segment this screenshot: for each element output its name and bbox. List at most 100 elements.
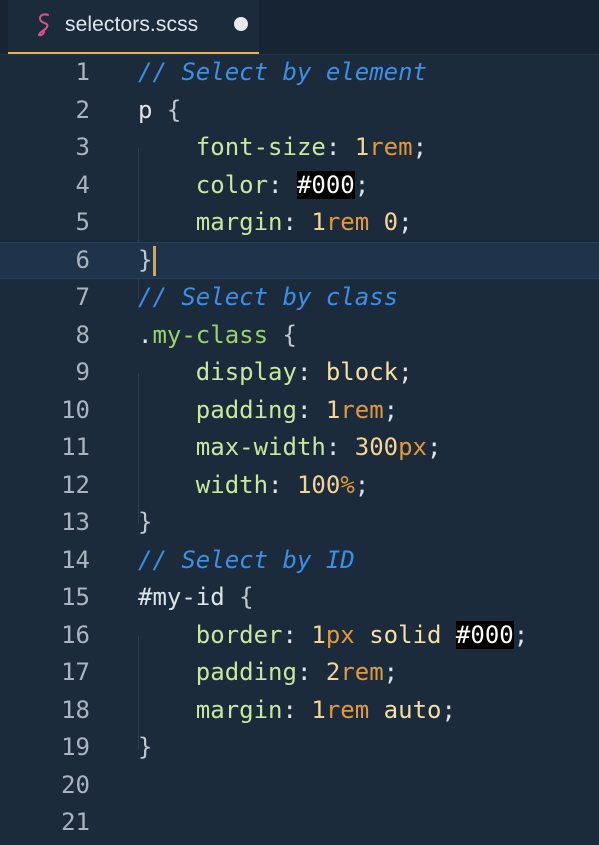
code-editor[interactable]: 1// Select by element 2 p {3 font-size: 1r… bbox=[0, 54, 599, 845]
code-token: { bbox=[152, 95, 182, 124]
code-token: px bbox=[325, 620, 355, 649]
code-text: // Select by ID bbox=[138, 542, 355, 580]
code-line[interactable]: 11 max-width: 300px; bbox=[0, 429, 599, 467]
code-line[interactable]: 9 display: block; bbox=[0, 354, 599, 392]
line-number: 14 bbox=[61, 545, 90, 574]
code-token: 1 bbox=[311, 208, 326, 236]
code-token: } bbox=[138, 733, 153, 761]
code-line[interactable]: 19} bbox=[0, 729, 599, 767]
code-token: { bbox=[224, 583, 254, 611]
line-number: 19 bbox=[61, 733, 90, 761]
unsaved-dot-icon[interactable] bbox=[234, 17, 248, 31]
code-line[interactable]: 10 padding: 1rem; bbox=[0, 392, 599, 430]
code-token: #my-id bbox=[138, 583, 225, 611]
line-number: 11 bbox=[61, 433, 90, 461]
code-text: } bbox=[138, 729, 152, 767]
line-number: 5 bbox=[75, 208, 90, 236]
line-number: 1 bbox=[75, 58, 90, 86]
code-token: : bbox=[268, 470, 297, 499]
code-token: : bbox=[296, 358, 326, 386]
code-token: rem bbox=[369, 133, 413, 161]
code-line[interactable]: 6} bbox=[0, 241, 599, 279]
code-token: rem bbox=[325, 695, 370, 724]
code-line[interactable]: 15 #my-id { bbox=[0, 579, 599, 617]
code-text: margin: 1rem 0; bbox=[138, 204, 413, 242]
code-line[interactable]: 4 color: #000; bbox=[0, 167, 599, 205]
code-token: ; bbox=[383, 395, 399, 424]
line-number: 4 bbox=[75, 170, 90, 199]
code-token: : bbox=[296, 395, 326, 424]
line-number: 16 bbox=[61, 620, 90, 649]
tab-selectors-scss[interactable]: selectors.scss bbox=[8, 0, 259, 54]
code-token: width bbox=[138, 470, 269, 499]
code-token: ; bbox=[398, 208, 413, 236]
code-token: : bbox=[282, 620, 312, 649]
code-token: 1 bbox=[311, 695, 326, 724]
line-number: 10 bbox=[61, 395, 90, 424]
text-cursor bbox=[153, 245, 157, 276]
code-line[interactable]: 8 .my-class { bbox=[0, 317, 599, 355]
code-token: font-size bbox=[138, 133, 326, 161]
line-number: 7 bbox=[75, 283, 90, 311]
code-token: 100 bbox=[296, 470, 341, 499]
code-line[interactable]: 12 width: 100%; bbox=[0, 467, 599, 505]
code-text: width: 100%; bbox=[138, 467, 369, 505]
code-text: } bbox=[138, 243, 157, 279]
code-text: padding: 2rem; bbox=[138, 654, 398, 692]
code-line[interactable]: 2 p { bbox=[0, 92, 599, 130]
code-line[interactable]: 16 border: 1px solid #000; bbox=[0, 617, 599, 655]
code-token: % bbox=[340, 470, 355, 499]
code-token: max-width bbox=[138, 433, 326, 461]
code-token: #000 bbox=[455, 620, 514, 649]
line-number: 17 bbox=[61, 658, 90, 686]
line-number: 2 bbox=[75, 95, 90, 124]
code-token: ; bbox=[513, 620, 529, 649]
code-text: // Select by element bbox=[138, 54, 427, 92]
line-number: 6 bbox=[75, 245, 90, 274]
code-token: : bbox=[325, 133, 355, 161]
line-number: 20 bbox=[61, 770, 90, 799]
code-token: rem bbox=[325, 208, 370, 236]
code-token: color bbox=[138, 170, 269, 199]
code-token: block bbox=[325, 358, 399, 386]
line-number: 9 bbox=[75, 358, 90, 386]
code-line[interactable]: 21 bbox=[0, 804, 599, 842]
code-token: } bbox=[138, 508, 153, 536]
line-number: 15 bbox=[61, 583, 90, 611]
code-line[interactable]: 14 // Select by ID bbox=[0, 542, 599, 580]
sass-icon bbox=[38, 13, 49, 37]
code-text: font-size: 1rem; bbox=[138, 129, 427, 167]
code-line[interactable]: 7 // Select by class bbox=[0, 279, 599, 317]
code-text: margin: 1rem auto; bbox=[138, 692, 456, 730]
code-line[interactable]: 3 font-size: 1rem; bbox=[0, 129, 599, 167]
code-line[interactable]: 5 margin: 1rem 0; bbox=[0, 204, 599, 242]
code-line[interactable]: 18 margin: 1rem auto; bbox=[0, 692, 599, 730]
code-token: 0 bbox=[369, 208, 399, 236]
code-token: 300 bbox=[354, 433, 399, 461]
code-token: 2 bbox=[325, 658, 341, 686]
code-token: ; bbox=[427, 433, 442, 461]
code-line[interactable]: 1 // Select by element bbox=[0, 54, 599, 92]
code-text: color: #000; bbox=[138, 167, 369, 205]
code-token: ; bbox=[398, 358, 413, 386]
code-text: .my-class { bbox=[138, 317, 297, 355]
code-token: padding bbox=[138, 658, 297, 686]
code-line[interactable]: 20 bbox=[0, 767, 599, 805]
code-token: : bbox=[282, 695, 312, 724]
code-token: px bbox=[398, 433, 428, 461]
code-token: : bbox=[268, 170, 297, 199]
code-line[interactable]: 17 padding: 2rem; bbox=[0, 654, 599, 692]
code-token: 1 bbox=[311, 620, 326, 649]
code-token: ; bbox=[354, 170, 370, 199]
line-number: 18 bbox=[61, 695, 90, 724]
code-text: // Select by class bbox=[138, 279, 398, 317]
code-line[interactable]: 13} bbox=[0, 504, 599, 542]
code-token: 1 bbox=[354, 133, 370, 161]
code-text: display: block; bbox=[138, 354, 413, 392]
code-token: ; bbox=[441, 695, 456, 724]
code-token: : bbox=[282, 208, 312, 236]
line-number: 8 bbox=[75, 320, 90, 349]
code-token: #000 bbox=[296, 170, 355, 199]
line-number: 3 bbox=[75, 133, 90, 161]
code-token: 1 bbox=[325, 395, 341, 424]
